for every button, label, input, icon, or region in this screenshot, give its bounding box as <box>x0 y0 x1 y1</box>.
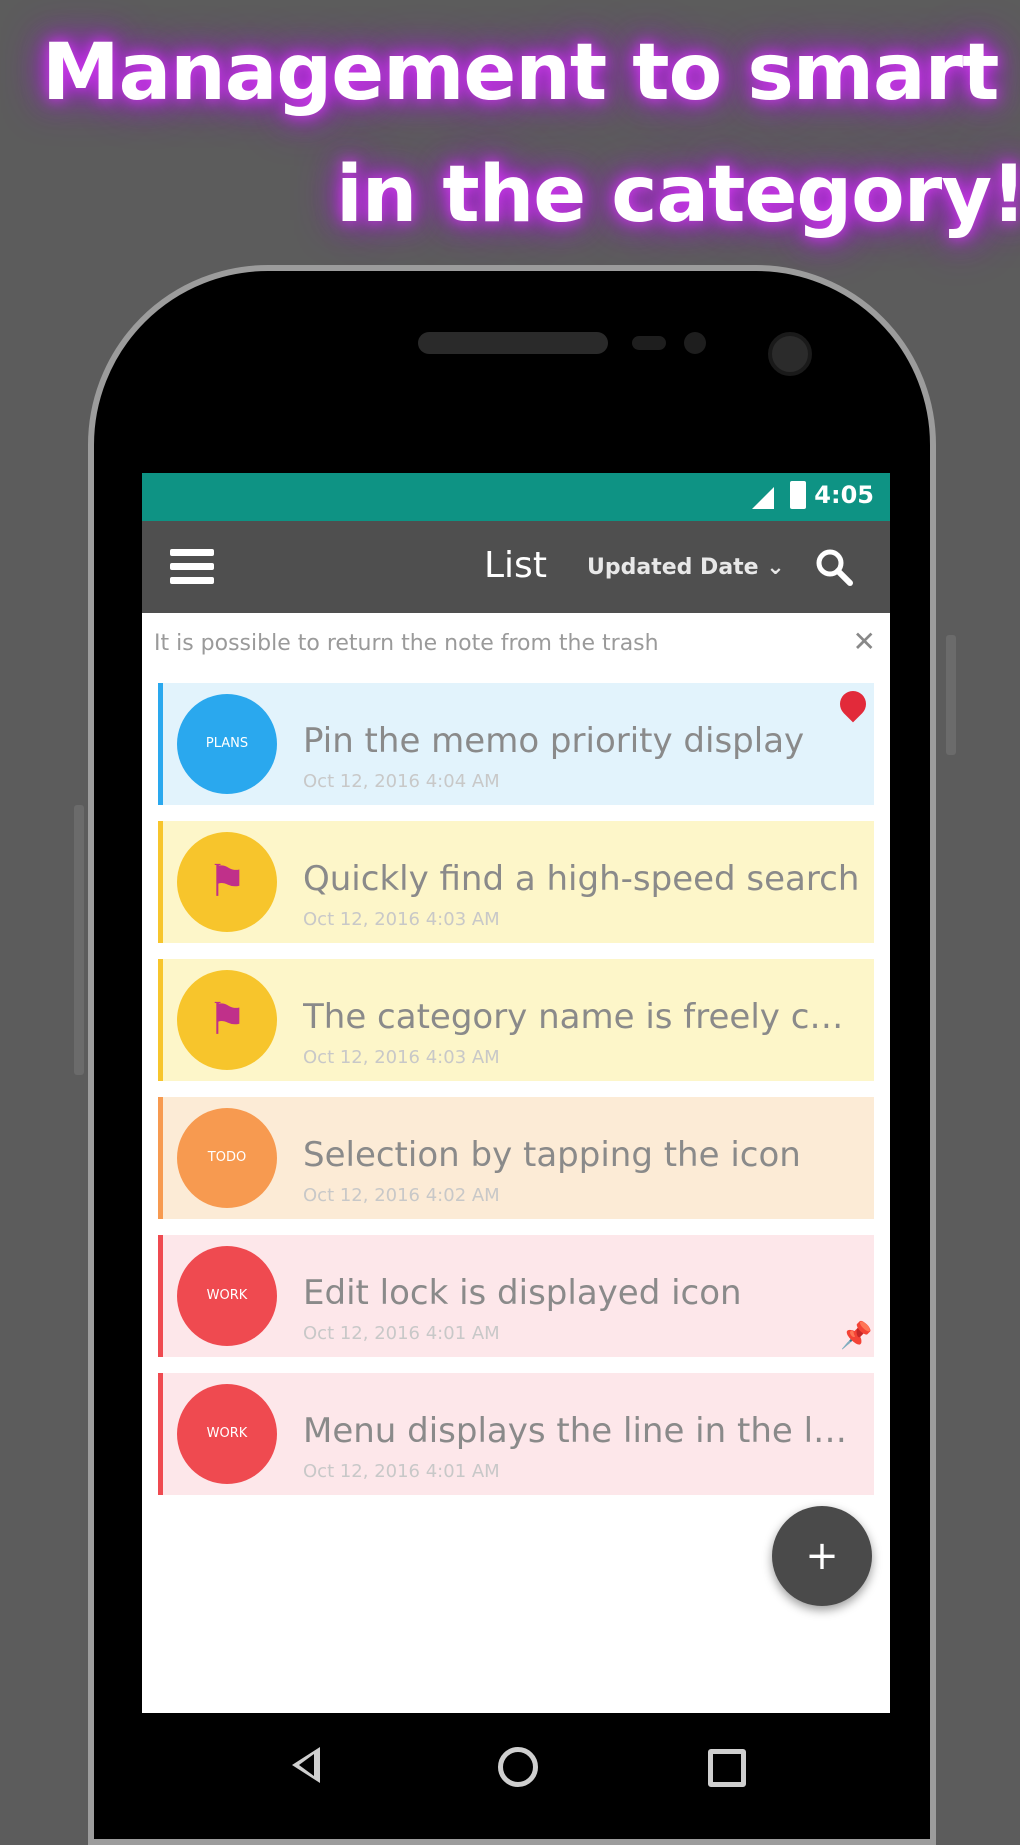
phone-speaker <box>418 332 608 354</box>
note-date: Oct 12, 2016 4:01 AM <box>303 1461 500 1482</box>
note-date: Oct 12, 2016 4:03 AM <box>303 909 500 930</box>
list-item[interactable]: WORK Edit lock is displayed icon Oct 12,… <box>158 1235 874 1357</box>
search-icon[interactable] <box>814 547 854 587</box>
pin-lock-icon: 📌 <box>840 1321 873 1351</box>
sort-label: Updated Date <box>587 555 759 580</box>
category-avatar[interactable]: WORK <box>177 1384 277 1484</box>
category-avatar[interactable]: WORK <box>177 1246 277 1346</box>
toolbar: List Updated Date ⌄ <box>142 521 890 613</box>
status-time: 4:05 <box>814 481 874 509</box>
battery-icon <box>790 481 806 509</box>
list-item[interactable]: PLANS Pin the memo priority display Oct … <box>158 683 874 805</box>
headline-line-1: Management to smart <box>42 28 999 118</box>
category-avatar[interactable]: ⚑ <box>177 832 277 932</box>
phone-sensor <box>632 336 666 350</box>
category-avatar[interactable]: PLANS <box>177 694 277 794</box>
recent-apps-icon[interactable] <box>708 1749 746 1787</box>
pin-icon <box>834 685 872 723</box>
list-item[interactable]: WORK Menu displays the line in the lon..… <box>158 1373 874 1495</box>
note-title: Pin the memo priority display <box>303 721 805 761</box>
back-icon[interactable] <box>292 1747 320 1783</box>
add-note-button[interactable]: + <box>772 1506 872 1606</box>
gift-icon: ⚑ <box>207 856 247 907</box>
phone-camera <box>768 332 812 376</box>
chevron-down-icon: ⌄ <box>766 555 785 580</box>
note-date: Oct 12, 2016 4:01 AM <box>303 1323 500 1344</box>
navigation-bar <box>142 1713 890 1819</box>
avatar-label: TODO <box>207 1150 247 1165</box>
sort-dropdown[interactable]: Updated Date ⌄ <box>587 555 785 580</box>
list-item[interactable]: TODO Selection by tapping the icon Oct 1… <box>158 1097 874 1219</box>
headline-line-2: in the category! <box>336 150 1020 240</box>
list-item[interactable]: ⚑ Quickly find a high-speed search Oct 1… <box>158 821 874 943</box>
note-title: Edit lock is displayed icon <box>303 1273 742 1313</box>
status-bar: 4:05 <box>142 473 890 521</box>
note-title: Menu displays the line in the lon... <box>303 1411 863 1451</box>
category-avatar[interactable]: ⚑ <box>177 970 277 1070</box>
phone-sensor-dot <box>684 332 706 354</box>
app-screen: 4:05 List Updated Date ⌄ It is possible … <box>142 473 890 1713</box>
avatar-label: PLANS <box>205 736 249 751</box>
note-title: The category name is freely chan... <box>303 997 863 1037</box>
list-item[interactable]: ⚑ The category name is freely chan... Oc… <box>158 959 874 1081</box>
avatar-label: WORK <box>206 1426 248 1441</box>
toolbar-title: List <box>484 545 547 586</box>
trash-notice: It is possible to return the note from t… <box>142 613 890 675</box>
home-icon[interactable] <box>498 1747 538 1787</box>
note-title: Selection by tapping the icon <box>303 1135 801 1175</box>
gift-icon: ⚑ <box>207 994 247 1045</box>
note-list: PLANS Pin the memo priority display Oct … <box>158 683 874 1511</box>
note-date: Oct 12, 2016 4:04 AM <box>303 771 500 792</box>
notice-text: It is possible to return the note from t… <box>154 631 659 656</box>
note-title: Quickly find a high-speed search <box>303 859 860 899</box>
avatar-label: WORK <box>206 1288 248 1303</box>
phone-side-button-right <box>946 635 956 755</box>
signal-icon <box>752 487 774 509</box>
note-date: Oct 12, 2016 4:03 AM <box>303 1047 500 1068</box>
note-date: Oct 12, 2016 4:02 AM <box>303 1185 500 1206</box>
category-avatar[interactable]: TODO <box>177 1108 277 1208</box>
hamburger-menu-icon[interactable] <box>170 549 214 585</box>
close-icon[interactable]: ✕ <box>853 625 876 658</box>
phone-side-button-left <box>74 805 84 1075</box>
